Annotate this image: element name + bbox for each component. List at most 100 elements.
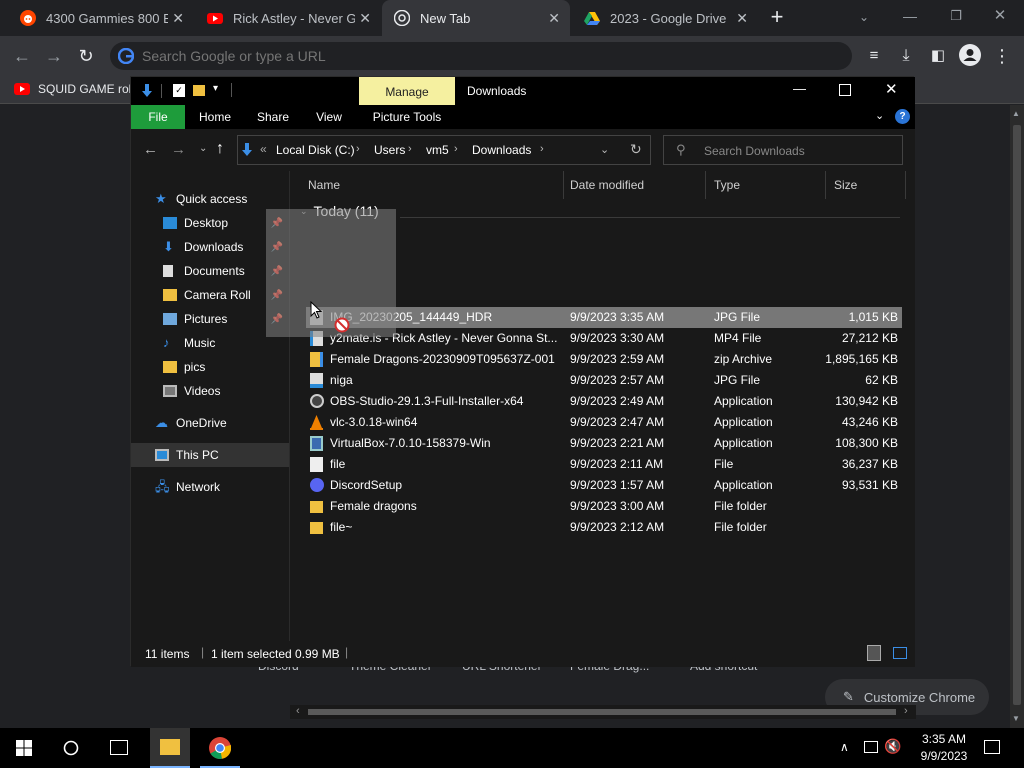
breadcrumb-downloads[interactable]: Downloads (472, 143, 531, 157)
system-tray-chevron-icon[interactable]: ∧ (840, 740, 849, 754)
taskbar-chrome[interactable] (200, 728, 240, 768)
search-box[interactable]: ⚲ Search Downloads (663, 135, 903, 165)
windows-start-icon[interactable] (16, 740, 32, 756)
close-tab-icon[interactable]: ✕ (359, 10, 371, 27)
file-row[interactable]: Female Dragons-20230909T095637Z-001 9/9/… (306, 349, 902, 370)
tab-search-chevron-icon[interactable]: ⌄ (852, 5, 876, 29)
back-icon[interactable]: ← (143, 141, 158, 158)
nav-quick-access[interactable]: ★ Quick access (131, 187, 289, 211)
nav-videos[interactable]: Videos (131, 379, 289, 403)
taskbar-file-explorer[interactable] (150, 728, 190, 768)
close-tab-icon[interactable]: ✕ (172, 10, 184, 27)
file-row[interactable]: file 9/9/2023 2:11 AM File 36,237 KB (306, 454, 902, 475)
recent-locations-chevron-icon[interactable]: ⌄ (199, 143, 207, 154)
forward-icon[interactable]: → (42, 44, 66, 68)
properties-icon[interactable]: ✓ (173, 84, 185, 97)
address-bar[interactable]: « Local Disk (C:) › Users › vm5 › Downlo… (237, 135, 651, 165)
scroll-thumb[interactable] (1013, 125, 1021, 705)
up-icon[interactable]: ↑ (216, 140, 224, 158)
file-row[interactable]: DiscordSetup 9/9/2023 1:57 AM Applicatio… (306, 475, 902, 496)
horizontal-scrollbar[interactable]: ‹ › (290, 705, 916, 719)
task-view-icon[interactable] (110, 740, 128, 755)
file-row[interactable]: vlc-3.0.18-win64 9/9/2023 2:47 AM Applic… (306, 412, 902, 433)
close-tab-icon[interactable]: ✕ (548, 10, 560, 27)
bookmark-squid-game[interactable]: SQUID GAME rob (14, 82, 135, 96)
forward-icon[interactable]: → (171, 141, 186, 158)
close-tab-icon[interactable]: ✕ (736, 10, 748, 27)
large-icons-view-icon[interactable] (893, 647, 907, 659)
tab-google-drive[interactable]: 2023 - Google Drive ✕ (572, 0, 758, 36)
profile-avatar[interactable] (958, 44, 982, 68)
help-icon[interactable]: ? (895, 109, 910, 124)
file-row[interactable]: Female dragons 9/9/2023 3:00 AM File fol… (306, 496, 902, 517)
download-icon[interactable]: ⤓ (894, 44, 918, 68)
tab-youtube[interactable]: Rick Astley - Never Go ✕ (195, 0, 381, 36)
breadcrumb-vm5[interactable]: vm5 (426, 143, 449, 157)
volume-muted-icon[interactable]: 🔇 (884, 738, 901, 755)
column-header-name[interactable]: Name (300, 171, 564, 199)
breadcrumb-overflow[interactable]: « (260, 142, 267, 156)
scroll-up-icon[interactable]: ▲ (1012, 109, 1020, 118)
ribbon-tab-view[interactable]: View (303, 105, 355, 129)
close-icon[interactable]: ✕ (885, 80, 898, 98)
tab-new-tab[interactable]: New Tab ✕ (382, 0, 570, 36)
column-header-type[interactable]: Type (706, 171, 826, 199)
folder-icon[interactable] (193, 85, 205, 96)
breadcrumb-separator-icon[interactable]: › (356, 143, 360, 155)
back-icon[interactable]: ← (10, 44, 34, 68)
search-icon[interactable] (63, 740, 79, 756)
column-header-date-modified[interactable]: Date modified (562, 171, 706, 199)
search-placeholder: Search Downloads (704, 144, 805, 158)
address-history-chevron-icon[interactable]: ⌄ (600, 143, 609, 156)
nav-this-pc[interactable]: This PC (131, 443, 289, 467)
reload-icon[interactable]: ↻ (74, 44, 98, 68)
new-tab-button[interactable]: + (765, 5, 789, 29)
address-input[interactable] (142, 46, 782, 66)
breadcrumb-local-disk[interactable]: Local Disk (C:) (276, 143, 355, 157)
chrome-menu-icon[interactable]: ⋮ (990, 44, 1014, 68)
network-icon[interactable] (864, 741, 878, 753)
breadcrumb-separator-icon[interactable]: › (454, 143, 458, 155)
nav-network[interactable]: 🖧 Network (131, 475, 289, 499)
scroll-left-icon[interactable]: ‹ (296, 705, 300, 717)
close-window-icon[interactable]: ✕ (988, 4, 1012, 28)
breadcrumb-users[interactable]: Users (374, 143, 405, 157)
manage-tab[interactable]: Manage (359, 77, 455, 105)
minimize-icon[interactable]: — (793, 81, 806, 96)
details-view-icon[interactable] (867, 645, 881, 661)
file-row[interactable]: OBS-Studio-29.1.3-Full-Installer-x64 9/9… (306, 391, 902, 412)
reading-list-icon[interactable]: ≡ (862, 44, 886, 68)
minimize-icon[interactable]: — (898, 4, 922, 28)
file-row[interactable]: niga 9/9/2023 2:57 AM JPG File 62 KB (306, 370, 902, 391)
nav-onedrive[interactable]: ☁ OneDrive (131, 411, 289, 435)
file-size: 1,015 KB (848, 310, 898, 324)
file-row[interactable]: file~ 9/9/2023 2:12 AM File folder (306, 517, 902, 538)
quick-access-toolbar-chevron-icon[interactable]: ▾ (213, 83, 218, 94)
omnibox[interactable] (110, 42, 852, 70)
maximize-icon[interactable] (839, 84, 851, 96)
refresh-icon[interactable]: ↻ (630, 141, 642, 158)
tab-reddit[interactable]: 4300 Gammies 800 Em ✕ (8, 0, 194, 36)
breadcrumb-separator-icon[interactable]: › (540, 143, 544, 155)
side-panel-icon[interactable]: ◧ (926, 44, 950, 68)
scroll-right-icon[interactable]: › (904, 705, 908, 717)
nav-pics[interactable]: pics (131, 355, 289, 379)
customize-label: Customize Chrome (863, 689, 976, 705)
ribbon-expand-chevron-icon[interactable]: ⌄ (875, 109, 884, 122)
page-scrollbar[interactable]: ▲ ▼ (1010, 105, 1024, 728)
restore-icon[interactable]: ❐ (944, 4, 968, 28)
file-row[interactable]: VirtualBox-7.0.10-158379-Win 9/9/2023 2:… (306, 433, 902, 454)
file-type: zip Archive (714, 352, 773, 366)
ribbon-tab-home[interactable]: Home (189, 105, 241, 129)
cloud-icon: ☁ (155, 415, 168, 430)
notification-center-icon[interactable] (984, 740, 1000, 754)
clock[interactable]: 3:35 AM 9/9/2023 (912, 730, 976, 763)
ribbon-tab-picture-tools[interactable]: Picture Tools (359, 105, 455, 129)
tab-title: New Tab (420, 10, 471, 26)
scroll-down-icon[interactable]: ▼ (1012, 714, 1020, 723)
column-header-size[interactable]: Size (826, 171, 906, 199)
ribbon-tab-share[interactable]: Share (247, 105, 299, 129)
scroll-thumb[interactable] (308, 709, 896, 715)
breadcrumb-separator-icon[interactable]: › (408, 143, 412, 155)
ribbon-tab-file[interactable]: File (131, 105, 185, 129)
